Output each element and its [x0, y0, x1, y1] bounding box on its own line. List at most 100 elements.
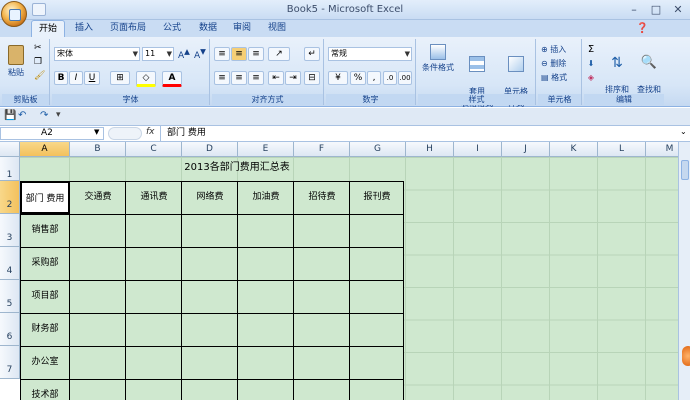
row-header-3[interactable]: 3 [0, 214, 20, 247]
align-right-icon[interactable]: ≡ [248, 71, 264, 85]
header-cell-expense[interactable]: 交通费 [70, 181, 126, 214]
close-button[interactable]: ✕ [668, 3, 688, 17]
font-size-select[interactable]: 11 ▼ [142, 47, 174, 61]
font-color-icon[interactable]: A [162, 71, 182, 87]
number-format-select[interactable]: 常规 ▼ [328, 47, 412, 61]
borders-icon[interactable]: ⊞ [110, 71, 130, 85]
row-header-2[interactable]: 2 [0, 181, 20, 214]
wrap-text-icon[interactable]: ↵ [304, 47, 320, 61]
header-cell-expense[interactable]: 通讯费 [126, 181, 182, 214]
clear-icon[interactable]: ◈ [585, 71, 597, 85]
office-button[interactable] [1, 1, 27, 27]
tab-data[interactable]: 数据 [192, 20, 224, 38]
align-top-icon[interactable]: ≡ [214, 47, 230, 61]
decrease-decimal-icon[interactable]: .00 [398, 71, 412, 85]
name-box[interactable]: A2 [0, 127, 104, 140]
department-cell[interactable]: 财务部 [20, 313, 70, 346]
department-cell[interactable]: 项目部 [20, 280, 70, 313]
header-cell-expense[interactable]: 网络费 [182, 181, 238, 214]
name-box-dropdown-icon[interactable]: ▼ [94, 128, 99, 136]
decrease-indent-icon[interactable]: ⇤ [268, 71, 284, 85]
department-cell[interactable]: 技术部 [20, 379, 70, 412]
tab-view[interactable]: 视图 [260, 20, 294, 38]
align-middle-icon[interactable]: ≡ [231, 47, 247, 61]
row-header-1[interactable]: 1 [0, 157, 20, 181]
delete-cells-button[interactable]: ⊖ 删除 [540, 57, 580, 71]
percent-button[interactable]: % [350, 71, 366, 85]
currency-icon[interactable]: ¥ [328, 71, 348, 85]
paste-button[interactable]: 粘贴 [4, 41, 28, 83]
sort-filter-button[interactable]: ⇅ 排序和 筛选 [602, 41, 632, 106]
merge-center-icon[interactable]: ⊟ [304, 71, 320, 85]
formula-input[interactable]: 部门 费用 [160, 126, 678, 141]
sheet-title[interactable]: 2013各部门费用汇总表 [70, 157, 404, 179]
format-as-table-button[interactable]: 套用 表格格式 [458, 41, 496, 108]
help-icon[interactable]: ❓ [636, 23, 648, 34]
cells-group: ⊕ 插入 ⊖ 删除 ▤ 格式 单元格 [538, 39, 582, 105]
customize-qat-icon[interactable]: ▾ [56, 110, 61, 120]
shrink-font-icon[interactable]: A▼ [194, 47, 206, 61]
increase-decimal-icon[interactable]: .0 [383, 71, 397, 85]
save-icon[interactable]: 💾 [4, 110, 16, 121]
row-header-7[interactable]: 7 [0, 346, 20, 379]
align-center-icon[interactable]: ≡ [231, 71, 247, 85]
floating-assistant-icon[interactable] [682, 346, 690, 366]
tab-review[interactable]: 审阅 [226, 20, 258, 38]
find-select-button[interactable]: 🔍 查找和 选择 [634, 41, 664, 106]
department-cell[interactable]: 办公室 [20, 346, 70, 379]
column-header-l[interactable]: L [598, 142, 646, 157]
row-header-4[interactable]: 4 [0, 247, 20, 280]
tab-insert[interactable]: 插入 [68, 20, 100, 38]
increase-indent-icon[interactable]: ⇥ [285, 71, 301, 85]
department-cell[interactable]: 采购部 [20, 247, 70, 280]
column-header-c[interactable]: C [126, 142, 182, 157]
header-cell-expense[interactable]: 招待费 [294, 181, 350, 214]
format-cells-button[interactable]: ▤ 格式 [540, 71, 580, 85]
cell-styles-button[interactable]: 单元格 样式 [498, 41, 534, 108]
minimize-button[interactable]: – [624, 3, 644, 17]
undo-icon[interactable]: ↶ [18, 110, 26, 121]
column-header-g[interactable]: G [350, 142, 406, 157]
tab-home[interactable]: 开始 [31, 20, 65, 38]
copy-icon[interactable]: ❐ [34, 57, 42, 67]
column-header-i[interactable]: I [454, 142, 502, 157]
row-header-5[interactable]: 5 [0, 280, 20, 313]
column-header-f[interactable]: F [294, 142, 350, 157]
align-left-icon[interactable]: ≡ [214, 71, 230, 85]
maximize-button[interactable]: □ [646, 3, 666, 17]
grow-font-icon[interactable]: A▲ [178, 47, 190, 61]
column-header-b[interactable]: B [70, 142, 126, 157]
insert-cells-button[interactable]: ⊕ 插入 [540, 43, 580, 57]
insert-function-button[interactable]: fx [146, 127, 155, 137]
row-header-6[interactable]: 6 [0, 313, 20, 346]
header-cell-expense[interactable]: 加油费 [238, 181, 294, 214]
italic-button[interactable]: I [69, 71, 83, 85]
column-header-a[interactable]: A [20, 142, 70, 157]
bold-button[interactable]: B [54, 71, 68, 85]
column-header-k[interactable]: K [550, 142, 598, 157]
column-header-h[interactable]: H [406, 142, 454, 157]
cut-icon[interactable]: ✂ [34, 43, 42, 53]
autosum-button[interactable]: Σ [585, 43, 597, 57]
header-cell-expense[interactable]: 报刊费 [350, 181, 404, 214]
conditional-format-button[interactable]: 条件格式 [420, 41, 456, 91]
column-header-e[interactable]: E [238, 142, 294, 157]
fill-color-icon[interactable]: ◇ [136, 71, 156, 87]
comma-button[interactable]: , [367, 71, 381, 85]
expand-formula-icon[interactable]: ⌄ [680, 127, 687, 136]
tab-page-layout[interactable]: 页面布局 [104, 20, 152, 38]
header-cell-department-expense[interactable]: 部门 费用 [20, 181, 70, 214]
underline-button[interactable]: U [84, 71, 100, 85]
fill-icon[interactable]: ⬇ [585, 57, 597, 71]
redo-icon[interactable]: ↷ [40, 110, 48, 121]
column-header-d[interactable]: D [182, 142, 238, 157]
align-bottom-icon[interactable]: ≡ [248, 47, 264, 61]
scroll-thumb[interactable] [681, 160, 689, 180]
font-name-select[interactable]: 宋体 ▼ [54, 47, 140, 61]
column-header-j[interactable]: J [502, 142, 550, 157]
orientation-icon[interactable]: ↗ [268, 47, 290, 61]
department-cell[interactable]: 销售部 [20, 214, 70, 247]
format-painter-icon[interactable]: 🖌 [34, 71, 45, 81]
tab-formulas[interactable]: 公式 [156, 20, 188, 38]
select-all-corner[interactable] [0, 142, 20, 157]
